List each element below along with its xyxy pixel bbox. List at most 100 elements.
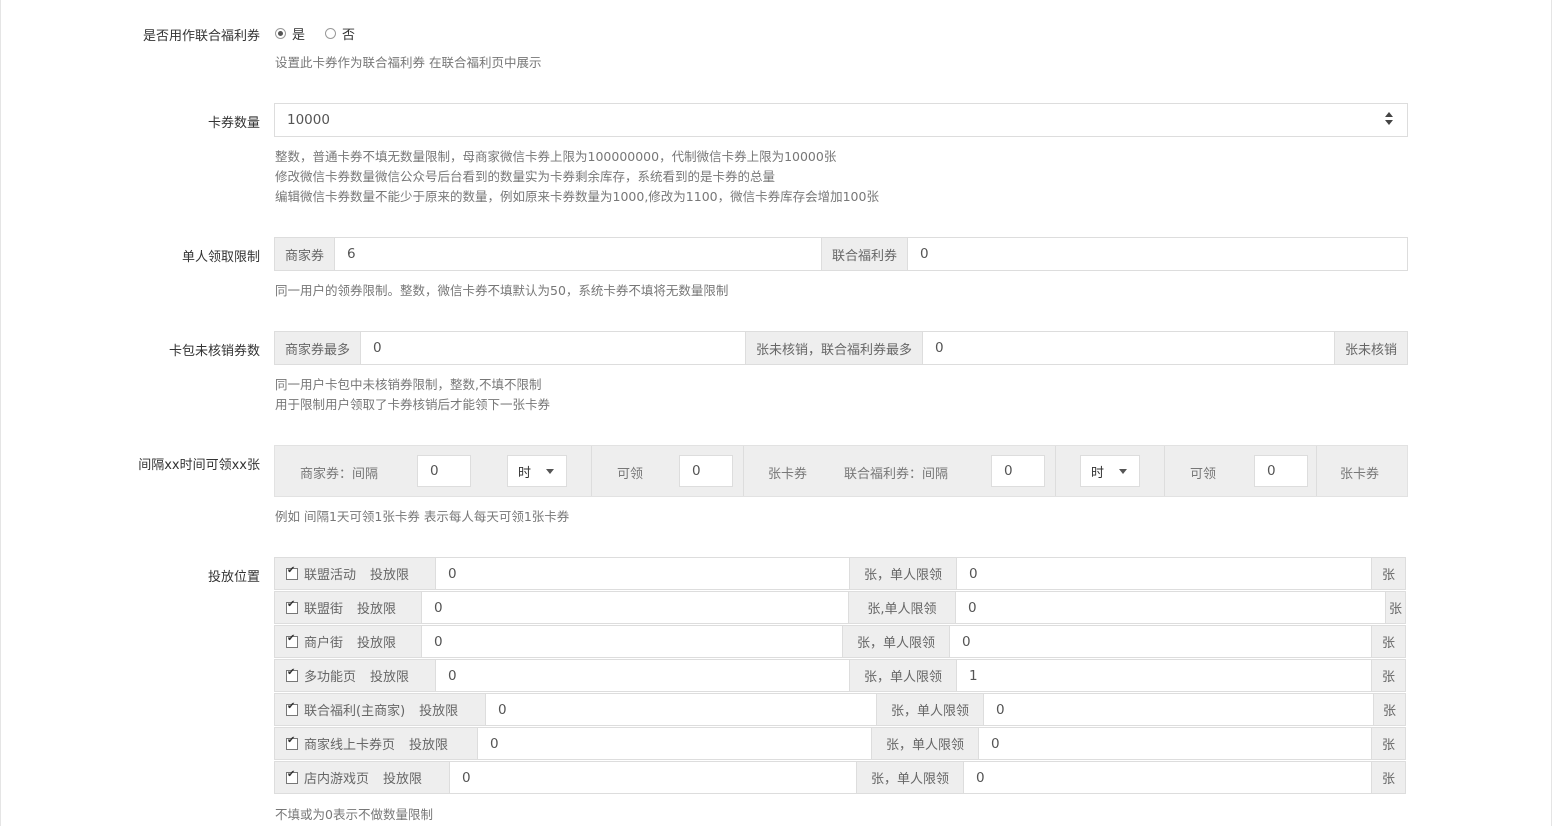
placement-unit-label: 张 <box>1371 660 1405 691</box>
placement-option[interactable]: 联盟活动投放限 <box>275 558 435 589</box>
interval-merchant-unit-value: 时 <box>518 465 532 481</box>
checkbox-checked-icon[interactable] <box>286 633 298 648</box>
placement-per-user-input[interactable]: 0 <box>964 762 1371 793</box>
unused-label: 卡包未核销券数 <box>168 344 260 359</box>
union-no-radio[interactable] <box>325 28 337 39</box>
union-yes-label[interactable]: 是 <box>292 24 305 43</box>
placement-per-user-label: 张，单人限领 <box>849 558 957 589</box>
placement-per-user-input[interactable]: 0 <box>979 728 1371 759</box>
placement-unit-label: 张 <box>1371 728 1405 759</box>
placement-per-user-label: 张,单人限领 <box>848 592 956 623</box>
placement-option[interactable]: 商家线上卡券页投放限 <box>275 728 477 759</box>
checkbox-checked-icon[interactable] <box>286 769 298 784</box>
placement-row: 店内游戏页投放限0张，单人限领0张 <box>274 761 1406 794</box>
placement-limit-input[interactable]: 0 <box>421 592 848 623</box>
unused-help-2: 用于限制用户领取了卡券核销后才能领下一张卡券 <box>275 397 551 412</box>
checkbox-checked-icon[interactable] <box>286 667 298 682</box>
placement-option[interactable]: 商户街投放限 <box>275 626 421 657</box>
interval-union-interval-input[interactable]: 0 <box>991 455 1045 487</box>
placement-per-user-label: 张，单人限领 <box>856 762 964 793</box>
placement-limit-input[interactable]: 0 <box>449 762 856 793</box>
per-user-merchant-addon: 商家券 <box>275 238 336 270</box>
placement-label: 投放位置 <box>207 570 260 585</box>
placement-per-user-label: 张，单人限领 <box>871 728 979 759</box>
unused-addon-2: 张未核销，联合福利券最多 <box>745 332 924 364</box>
interval-union-unit-value: 时 <box>1091 465 1105 481</box>
unused-addon-1: 商家券最多 <box>275 332 362 364</box>
union-coupon-radio-group: 是 否 <box>275 24 355 43</box>
interval-union-can-label: 可领 <box>1190 467 1217 482</box>
interval-merchant-label: 商家券：间隔 <box>300 467 379 482</box>
placement-unit-label: 张 <box>1373 694 1405 725</box>
interval-merchant-interval-input[interactable]: 0 <box>417 455 471 487</box>
union-coupon-help: 设置此卡券作为联合福利券 在联合福利页中展示 <box>275 55 542 70</box>
quantity-spinner-icon[interactable] <box>1385 112 1393 126</box>
unused-union-input[interactable]: 0 <box>923 332 1334 364</box>
placement-row: 联合福利(主商家)投放限0张，单人限领0张 <box>274 693 1406 726</box>
interval-row: 商家券：间隔 0 时 可领 0 张卡券 联合福利券：间隔 0 时 可领 0 张卡… <box>274 445 1408 497</box>
interval-union-count-input[interactable]: 0 <box>1254 455 1308 487</box>
per-user-label: 单人领取限制 <box>181 250 260 265</box>
quantity-field[interactable]: 10000 <box>274 103 1408 137</box>
unused-merchant-input[interactable]: 0 <box>361 332 745 364</box>
placement-per-user-input[interactable]: 0 <box>957 558 1371 589</box>
placement-limit-input[interactable]: 0 <box>477 728 871 759</box>
placement-option-label: 商户街 <box>304 636 344 651</box>
placement-per-user-label: 张，单人限领 <box>849 660 957 691</box>
per-user-help: 同一用户的领券限制。整数，微信卡券不填默认为50，系统卡券不填将无数量限制 <box>275 283 729 298</box>
placement-option-label: 联盟街 <box>304 602 344 617</box>
interval-divider <box>1055 446 1056 496</box>
interval-merchant-can-label: 可领 <box>617 467 644 482</box>
placement-per-user-input[interactable]: 0 <box>950 626 1371 657</box>
placement-row: 联盟街投放限0张,单人限领0张 <box>274 591 1406 624</box>
interval-merchant-count-input[interactable]: 0 <box>679 455 733 487</box>
placement-option[interactable]: 多功能页投放限 <box>275 660 435 691</box>
union-yes-radio[interactable] <box>275 28 286 39</box>
quantity-help-1: 整数，普通卡券不填无数量限制，母商家微信卡券上限为100000000，代制微信卡… <box>275 149 837 164</box>
interval-divider <box>1316 446 1317 496</box>
placement-option[interactable]: 联合福利(主商家) 投放限 <box>275 694 485 725</box>
per-user-union-addon: 联合福利券 <box>821 238 909 270</box>
placement-limit-label: 投放限 <box>370 568 410 583</box>
checkbox-checked-icon[interactable] <box>286 599 298 614</box>
page-right-border <box>1551 0 1552 826</box>
interval-divider <box>591 446 592 496</box>
placement-option-label: 联盟活动 <box>304 568 357 583</box>
per-user-union-input[interactable]: 0 <box>908 238 1407 270</box>
placement-row: 商家线上卡券页投放限0张，单人限领0张 <box>274 727 1406 760</box>
chevron-down-icon <box>1119 469 1127 474</box>
placement-unit-label: 张 <box>1371 762 1405 793</box>
placement-unit-label: 张 <box>1371 626 1405 657</box>
placement-row: 联盟活动投放限0张，单人限领0张 <box>274 557 1406 590</box>
checkbox-checked-icon[interactable] <box>286 565 298 580</box>
placement-option[interactable]: 联盟街投放限 <box>275 592 421 623</box>
page-left-border <box>0 0 1 826</box>
placement-limit-label: 投放限 <box>357 636 397 651</box>
placement-per-user-input[interactable]: 0 <box>956 592 1385 623</box>
per-user-merchant-input[interactable]: 6 <box>335 238 821 270</box>
interval-union-label: 联合福利券：间隔 <box>844 467 949 482</box>
interval-merchant-suffix: 张卡券 <box>768 467 808 482</box>
checkbox-checked-icon[interactable] <box>286 701 298 716</box>
placement-row: 商户街投放限0张，单人限领0张 <box>274 625 1406 658</box>
placement-limit-input[interactable]: 0 <box>435 558 849 589</box>
placement-per-user-label: 张，单人限领 <box>842 626 950 657</box>
placement-limit-label: 投放限 <box>357 602 397 617</box>
placement-option-label: 商家线上卡券页 <box>304 738 396 753</box>
checkbox-checked-icon[interactable] <box>286 735 298 750</box>
union-no-label[interactable]: 否 <box>342 24 355 43</box>
unused-help-1: 同一用户卡包中未核销券限制，整数,不填不限制 <box>275 377 542 392</box>
placement-row: 多功能页投放限0张，单人限领1张 <box>274 659 1406 692</box>
placement-unit-label: 张 <box>1385 592 1405 623</box>
interval-merchant-unit-select[interactable]: 时 <box>507 455 567 487</box>
placement-limit-input[interactable]: 0 <box>435 660 849 691</box>
placement-limit-input[interactable]: 0 <box>421 626 842 657</box>
interval-union-suffix: 张卡券 <box>1340 467 1380 482</box>
placement-per-user-input[interactable]: 0 <box>984 694 1373 725</box>
placement-limit-input[interactable]: 0 <box>485 694 876 725</box>
placement-option[interactable]: 店内游戏页投放限 <box>275 762 449 793</box>
quantity-input[interactable]: 10000 <box>275 104 1407 136</box>
interval-union-unit-select[interactable]: 时 <box>1080 455 1140 487</box>
placement-per-user-input[interactable]: 1 <box>957 660 1371 691</box>
placement-limit-label: 投放限 <box>409 738 449 753</box>
